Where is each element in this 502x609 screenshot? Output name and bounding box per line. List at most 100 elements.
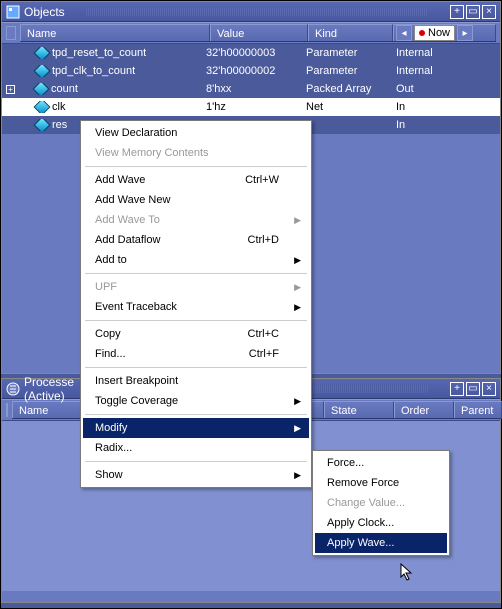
objects-title-bar[interactable]: Objects + ▭ ×	[2, 2, 500, 22]
submenu-force[interactable]: Force...	[315, 453, 447, 473]
signal-icon	[33, 83, 50, 95]
menu-view-memory: View Memory Contents	[83, 143, 309, 163]
menu-event-traceback[interactable]: Event Traceback▶	[83, 297, 309, 317]
submenu-arrow-icon: ▶	[294, 470, 301, 481]
context-menu: View Declaration View Memory Contents Ad…	[80, 120, 312, 488]
menu-separator	[85, 273, 307, 274]
menu-separator	[85, 166, 307, 167]
menu-label: Copy	[95, 328, 121, 340]
col-order[interactable]: Order	[394, 401, 454, 418]
signal-name: clk	[52, 101, 65, 113]
menu-separator	[85, 461, 307, 462]
now-button[interactable]: Now	[414, 25, 455, 41]
signal-value: 1'hz	[202, 101, 302, 113]
table-row[interactable]: tpd_clk_to_count32'h00000002ParameterInt…	[2, 62, 500, 80]
maximize-icon[interactable]: ▭	[466, 382, 480, 396]
title-grip	[85, 8, 428, 16]
menu-shortcut: Ctrl+W	[245, 174, 279, 186]
signal-kind: Packed Array	[302, 83, 392, 95]
submenu-arrow-icon: ▶	[294, 282, 301, 293]
signal-icon	[34, 65, 51, 77]
menu-label: Add to	[95, 254, 127, 266]
menu-label: Change Value...	[327, 497, 405, 509]
menu-label: Add Wave New	[95, 194, 170, 206]
filter-toggle-icon[interactable]	[6, 26, 16, 40]
close-icon[interactable]: ×	[482, 5, 496, 19]
menu-add-to[interactable]: Add to▶	[83, 250, 309, 270]
signal-kind: t	[302, 119, 392, 131]
expand-icon[interactable]: +	[6, 85, 15, 94]
menu-show[interactable]: Show ▶	[83, 465, 309, 485]
menu-insert-breakpoint[interactable]: Insert Breakpoint	[83, 371, 309, 391]
menu-label: View Declaration	[95, 127, 177, 139]
menu-toggle-coverage[interactable]: Toggle Coverage▶	[83, 391, 309, 411]
menu-label: Apply Clock...	[327, 517, 394, 529]
menu-label: Insert Breakpoint	[95, 375, 178, 387]
pane-title-text: Processes (Active)	[24, 375, 74, 403]
table-row[interactable]: tpd_reset_to_count 32'h00000003ParameterI…	[2, 44, 500, 62]
menu-label: Force...	[327, 457, 364, 469]
menu-add-wave[interactable]: Add Wave Ctrl+W	[83, 170, 309, 190]
menu-label: Apply Wave...	[327, 537, 394, 549]
submenu-apply-clock[interactable]: Apply Clock...	[315, 513, 447, 533]
menu-label: Radix...	[95, 442, 132, 454]
close-icon[interactable]: ×	[482, 382, 496, 396]
pin-icon[interactable]: +	[450, 382, 464, 396]
menu-label: Modify	[95, 422, 127, 434]
menu-view-declaration[interactable]: View Declaration	[83, 123, 309, 143]
menu-label: Remove Force	[327, 477, 399, 489]
submenu-apply-wave[interactable]: Apply Wave...	[315, 533, 447, 553]
submenu-arrow-icon: ▶	[294, 302, 301, 313]
table-row[interactable]: +count8'hxxPacked ArrayOut	[2, 80, 500, 98]
signal-name: count	[51, 83, 78, 95]
signal-mode: Internal	[392, 47, 492, 59]
menu-find[interactable]: Find...Ctrl+F	[83, 344, 309, 364]
menu-copy[interactable]: CopyCtrl+C	[83, 324, 309, 344]
record-dot-icon	[419, 30, 425, 36]
table-row[interactable]: clk1'hzNetIn	[2, 98, 500, 116]
col-parent[interactable]: Parent	[454, 401, 502, 418]
menu-separator	[85, 414, 307, 415]
menu-label: Add Dataflow	[95, 234, 160, 246]
signal-kind: Net	[302, 101, 392, 113]
submenu-arrow-icon: ▶	[294, 423, 301, 434]
prev-time-icon[interactable]: ◂	[396, 25, 412, 41]
objects-icon	[6, 5, 20, 19]
pin-icon[interactable]: +	[450, 5, 464, 19]
signal-value: 32'h00000003	[202, 47, 302, 59]
next-time-icon[interactable]: ▸	[457, 25, 473, 41]
signal-name: tpd_clk_to_count	[52, 65, 135, 77]
signal-mode: Out	[392, 83, 492, 95]
menu-shortcut: Ctrl+D	[248, 234, 279, 246]
signal-kind: Parameter	[302, 47, 392, 59]
signal-mode: In	[392, 119, 492, 131]
modify-submenu: Force... Remove Force Change Value... Ap…	[312, 450, 450, 556]
menu-radix[interactable]: Radix...	[83, 438, 309, 458]
menu-add-wave-to: Add Wave To ▶	[83, 210, 309, 230]
col-value[interactable]: Value	[210, 24, 308, 41]
col-state[interactable]: State	[324, 401, 394, 418]
menu-separator	[85, 320, 307, 321]
signal-name: tpd_reset_to_count	[52, 47, 146, 59]
menu-label: Show	[95, 469, 123, 481]
processes-icon	[6, 382, 20, 396]
submenu-arrow-icon: ▶	[294, 215, 301, 226]
signal-icon	[34, 119, 51, 131]
filter-toggle-icon[interactable]	[6, 403, 8, 417]
signal-kind: Parameter	[302, 65, 392, 77]
submenu-change-value: Change Value...	[315, 493, 447, 513]
col-name[interactable]: Name	[20, 24, 210, 41]
menu-add-wave-new[interactable]: Add Wave New	[83, 190, 309, 210]
submenu-arrow-icon: ▶	[294, 396, 301, 407]
menu-add-dataflow[interactable]: Add Dataflow Ctrl+D	[83, 230, 309, 250]
now-label: Now	[428, 27, 450, 39]
maximize-icon[interactable]: ▭	[466, 5, 480, 19]
menu-shortcut: Ctrl+F	[249, 348, 279, 360]
col-kind[interactable]: Kind	[308, 24, 393, 41]
submenu-remove-force[interactable]: Remove Force	[315, 473, 447, 493]
menu-label: Add Wave	[95, 174, 145, 186]
menu-label: Add Wave To	[95, 214, 160, 226]
menu-modify[interactable]: Modify ▶	[83, 418, 309, 438]
pane-title-text: Objects	[24, 5, 65, 19]
signal-value: 32'h00000002	[202, 65, 302, 77]
